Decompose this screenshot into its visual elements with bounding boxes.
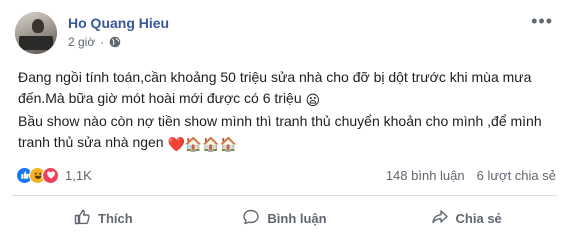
- post-time[interactable]: 2 giờ: [68, 35, 95, 49]
- like-button[interactable]: Thích: [12, 203, 194, 233]
- comment-count[interactable]: 148 bình luận: [386, 168, 465, 183]
- thumbs-up-icon: [73, 208, 91, 229]
- post-text-line1: Đang ngồi tính toán,cần khoảng 50 triệu …: [18, 69, 532, 106]
- heart-emoji: ❤️: [167, 136, 185, 152]
- comment-label: Bình luận: [267, 210, 327, 226]
- post-stats: 1,1K 148 bình luận 6 lượt chia sẻ: [16, 166, 556, 184]
- post-text-line2: Bầu show nào còn nợ tiền show mình thì t…: [18, 113, 542, 150]
- action-bar: Thích Bình luận Chia sẻ: [12, 203, 557, 233]
- house-emojis: 🏠🏠🏠: [184, 136, 238, 152]
- separator-dot: ·: [100, 35, 105, 49]
- engagement-counts: 148 bình luận 6 lượt chia sẻ: [386, 168, 556, 183]
- comment-icon: [242, 208, 260, 229]
- post-text: Đang ngồi tính toán,cần khoảng 50 triệu …: [18, 67, 548, 155]
- share-label: Chia sẻ: [455, 210, 502, 226]
- more-options-button[interactable]: •••: [531, 12, 553, 30]
- share-icon: [431, 208, 449, 229]
- avatar[interactable]: [15, 12, 57, 54]
- love-icon: [42, 166, 59, 184]
- like-label: Thích: [98, 210, 133, 226]
- author-name[interactable]: Ho Quang Hieu: [68, 14, 169, 32]
- reaction-summary[interactable]: 1,1K: [16, 166, 92, 184]
- share-count[interactable]: 6 lượt chia sẻ: [477, 168, 556, 183]
- post-subline: 2 giờ ·: [68, 35, 169, 49]
- reaction-count[interactable]: 1,1K: [65, 168, 92, 183]
- sad-face-emoji: 😦: [305, 92, 321, 108]
- comment-button[interactable]: Bình luận: [194, 203, 376, 233]
- divider: [12, 195, 557, 196]
- post-meta: Ho Quang Hieu 2 giờ ·: [68, 12, 169, 49]
- share-button[interactable]: Chia sẻ: [375, 203, 557, 233]
- facebook-post: Ho Quang Hieu 2 giờ · ••• Đang ngồi tính…: [0, 0, 569, 241]
- globe-icon[interactable]: [109, 36, 121, 48]
- post-header: Ho Quang Hieu 2 giờ ·: [15, 12, 169, 56]
